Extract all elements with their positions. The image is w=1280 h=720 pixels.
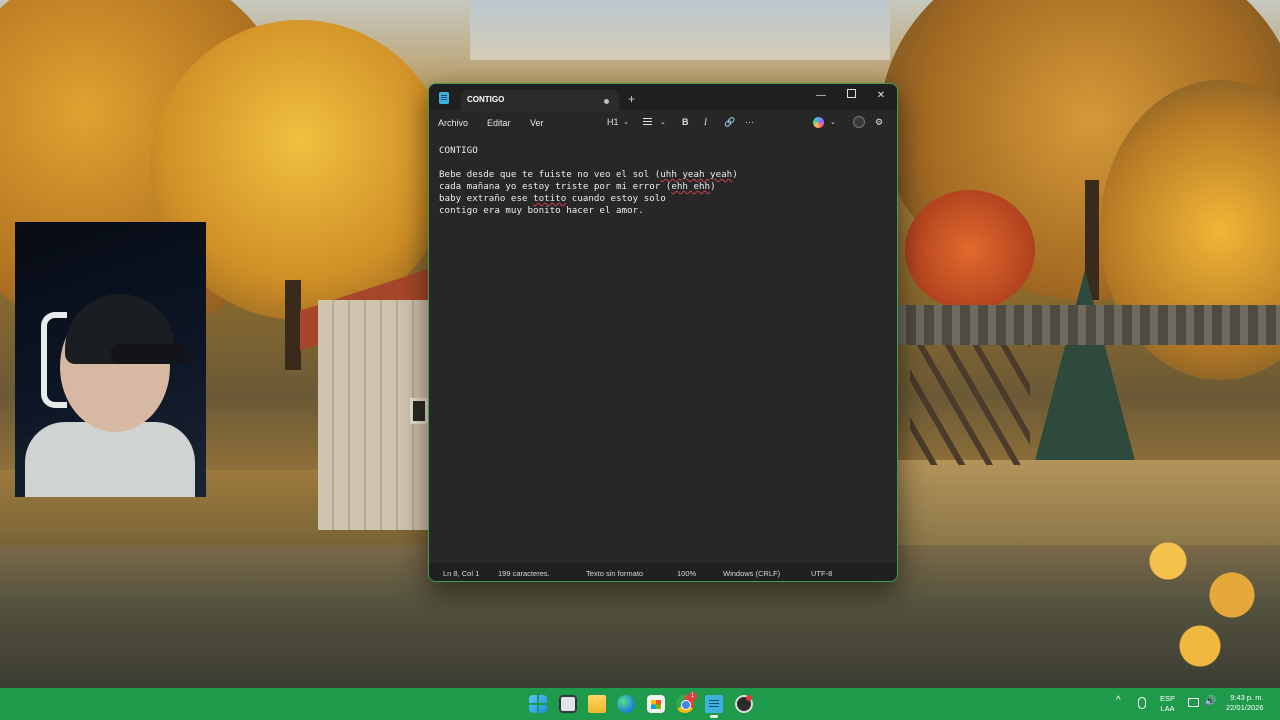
link-icon[interactable]: 🔗 — [724, 117, 735, 128]
heading-dropdown[interactable]: H1 — [607, 117, 619, 127]
menu-archivo[interactable]: Archivo — [438, 118, 468, 128]
clock-date: 22/01/2026 — [1226, 703, 1264, 712]
clock[interactable]: 9:43 p. m. 22/01/2026 — [1226, 693, 1264, 720]
notepad-window: CONTIGO + — ✕ Archivo Editar Ver H1 ⌄ ⌄ … — [428, 83, 898, 582]
active-app-indicator — [710, 715, 718, 718]
more-options-button[interactable]: ··· — [745, 117, 754, 127]
editor-line: CONTIGO — [439, 145, 478, 156]
show-hidden-icons-chevron-icon[interactable]: ^ — [1116, 695, 1121, 720]
input-language[interactable]: ESP LAA — [1160, 694, 1175, 720]
tab-title: CONTIGO — [467, 95, 505, 104]
chevron-down-icon[interactable]: ⌄ — [660, 118, 666, 126]
minimize-button[interactable]: — — [809, 87, 833, 105]
settings-gear-icon[interactable]: ⚙ — [875, 117, 883, 128]
edge-icon[interactable] — [617, 695, 635, 713]
wallpaper-trunk — [285, 280, 301, 370]
account-avatar[interactable] — [853, 116, 865, 128]
microphone-icon[interactable] — [1138, 697, 1146, 709]
notepad-icon[interactable] — [705, 695, 723, 713]
italic-button[interactable]: I — [704, 117, 707, 127]
editor-line: baby extraño ese totito cuando estoy sol… — [439, 193, 666, 204]
chevron-down-icon[interactable]: ⌄ — [623, 118, 629, 126]
status-bar: Ln 8, Col 1 199 caracteres. Texto sin fo… — [429, 563, 897, 581]
task-view-icon[interactable] — [559, 695, 577, 713]
spellcheck-mark[interactable]: uhh yeah yeah — [660, 169, 732, 180]
clock-time: 9:43 p. m. — [1230, 693, 1264, 702]
text-editor[interactable]: CONTIGO Bebe desde que te fuiste no veo … — [429, 134, 897, 560]
unsaved-dot-icon[interactable] — [604, 99, 609, 104]
editor-line: Bebe desde que te fuiste no veo el sol (… — [439, 169, 738, 180]
menu-bar: Archivo Editar Ver H1 ⌄ ⌄ B I 🔗 ··· ⌄ ⚙ — [429, 112, 897, 134]
menu-ver[interactable]: Ver — [530, 118, 544, 128]
keyboard-layout: LAA — [1160, 704, 1175, 713]
notepad-app-icon — [439, 92, 449, 104]
document-tab[interactable]: CONTIGO — [461, 90, 619, 112]
webcam-headphones — [41, 312, 67, 408]
status-zoom[interactable]: 100% — [677, 569, 696, 578]
wallpaper-bridge — [898, 305, 1280, 345]
status-encoding[interactable]: UTF-8 — [811, 569, 832, 578]
wallpaper-house-window — [410, 398, 428, 424]
editor-line: contigo era muy bonito hacer el amor. — [439, 205, 644, 216]
recording-dot-icon — [746, 695, 752, 701]
file-explorer-icon[interactable] — [588, 695, 606, 713]
spellcheck-mark[interactable]: ehh ehh — [671, 181, 710, 192]
webcam-person-body — [25, 422, 195, 497]
chrome-notification-badge: 1 — [688, 692, 697, 701]
chevron-down-icon[interactable]: ⌄ — [830, 118, 836, 126]
wallpaper-tree — [905, 190, 1035, 310]
status-cursor-position: Ln 8, Col 1 — [443, 569, 480, 578]
spellcheck-mark[interactable]: totito — [533, 193, 566, 204]
status-format[interactable]: Texto sin formato — [586, 569, 643, 578]
bold-button[interactable]: B — [682, 117, 689, 127]
status-line-ending[interactable]: Windows (CRLF) — [723, 569, 780, 578]
maximize-button[interactable] — [839, 87, 863, 105]
menu-editar[interactable]: Editar — [487, 118, 511, 128]
webcam-overlay — [15, 222, 206, 497]
store-icon[interactable] — [647, 695, 665, 713]
network-icon[interactable] — [1188, 698, 1199, 707]
start-icon[interactable] — [529, 695, 547, 713]
new-tab-button[interactable]: + — [628, 92, 635, 106]
copilot-icon[interactable] — [813, 117, 824, 128]
title-bar[interactable]: CONTIGO + — ✕ — [429, 84, 897, 112]
webcam-person-cap-brim — [110, 344, 190, 364]
wallpaper-pine — [1030, 270, 1140, 480]
list-icon[interactable] — [643, 117, 652, 127]
wallpaper-leaves — [1120, 510, 1280, 680]
status-character-count: 199 caracteres. — [498, 569, 550, 578]
editor-line: cada mañana yo estoy triste por mi error… — [439, 181, 716, 192]
wallpaper-bridge-legs — [910, 345, 1030, 465]
volume-icon[interactable]: 🔊 — [1204, 696, 1216, 720]
wallpaper-sky — [470, 0, 890, 60]
close-button[interactable]: ✕ — [869, 87, 893, 105]
editor-blank-line — [439, 157, 887, 169]
language-code: ESP — [1160, 694, 1176, 703]
taskbar — [0, 688, 1280, 720]
